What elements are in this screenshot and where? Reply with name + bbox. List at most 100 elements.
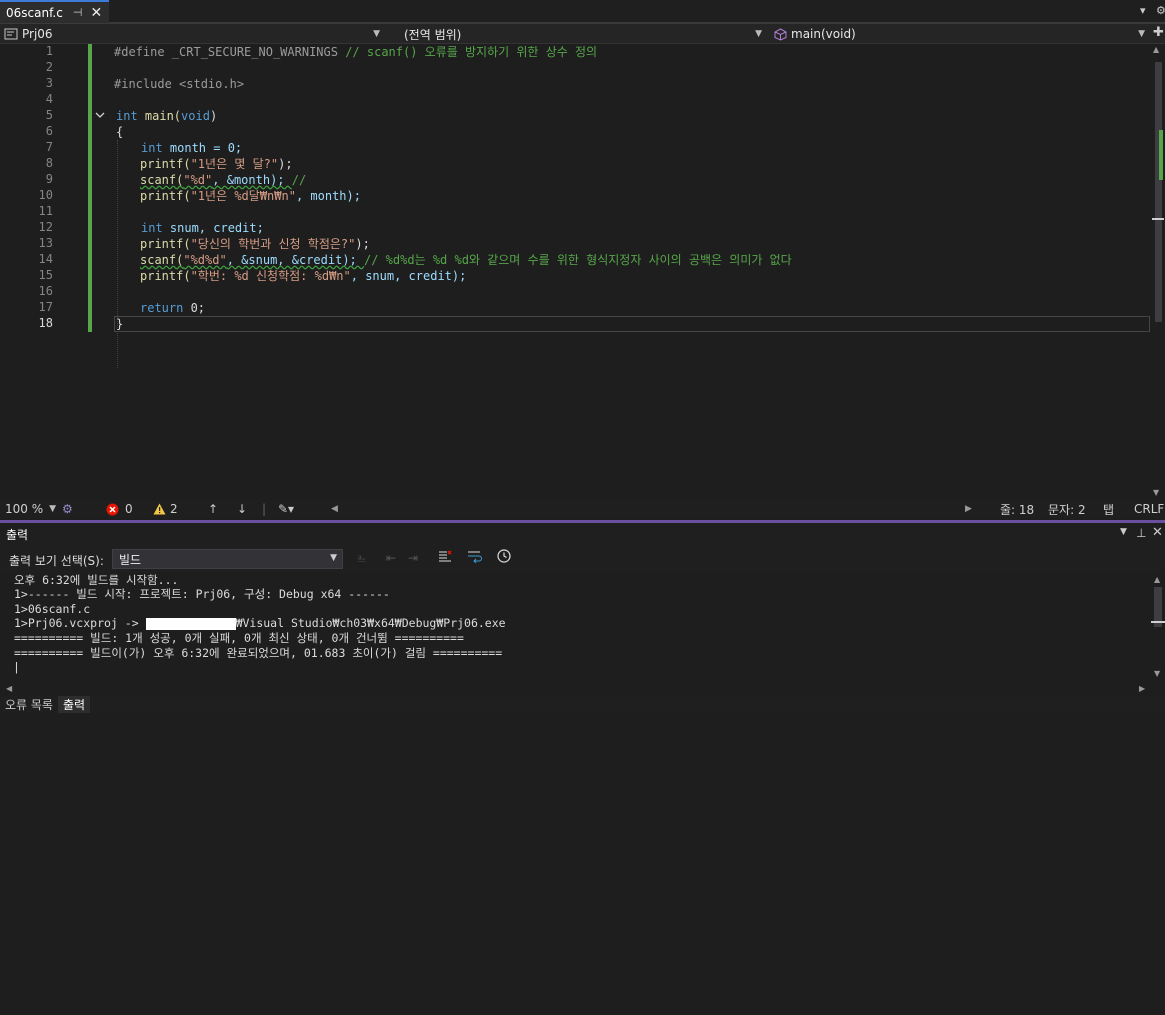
output-line: 1>Prj06.vcxproj -> ₩Visual Studio₩ch03₩x… xyxy=(14,616,506,630)
code-cleanup-icon[interactable]: ✎▾ xyxy=(278,501,294,517)
eol-indicator[interactable]: CRLF xyxy=(1134,501,1164,517)
output-line: 오후 6:32에 빌드를 시작함... xyxy=(14,573,179,587)
scroll-up-icon[interactable]: ▲ xyxy=(1153,45,1159,54)
split-editor-icon[interactable]: ✚ xyxy=(1153,25,1164,40)
code-line-18: } xyxy=(116,317,124,331)
pin-icon[interactable]: ⊥ xyxy=(1136,526,1146,540)
chevron-down-icon: ▼ xyxy=(1138,29,1145,39)
output-line: 1>------ 빌드 시작: 프로젝트: Prj06, 구성: Debug x… xyxy=(14,587,390,601)
chevron-down-icon: ▼ xyxy=(755,29,762,39)
code-line-9: scanf("%d", &month); // xyxy=(140,173,307,187)
line-number: 3 xyxy=(45,76,53,90)
clear-all-icon[interactable] xyxy=(438,549,452,566)
output-text-area[interactable]: 오후 6:32에 빌드를 시작함... 1>------ 빌드 시작: 프로젝트… xyxy=(0,573,1150,683)
chevron-down-icon: ▼ xyxy=(330,553,337,563)
line-indicator[interactable]: 줄: 18 xyxy=(1000,501,1034,517)
code-line-17: return 0; xyxy=(140,301,206,315)
tab-error-list[interactable]: 오류 목록 xyxy=(0,696,58,713)
close-icon[interactable]: ✕ xyxy=(90,5,102,21)
tab-list-dropdown-icon[interactable]: ▾ xyxy=(1140,4,1146,17)
output-source-dropdown[interactable]: 빌드 ▼ xyxy=(112,549,343,569)
document-tab-title: 06scanf.c xyxy=(6,5,63,20)
close-icon[interactable]: ✕ xyxy=(1152,525,1163,540)
line-number: 6 xyxy=(45,124,53,138)
output-panel-header: 출력 ▼ ⊥ ✕ xyxy=(0,523,1165,545)
tab-mode-indicator[interactable]: 탭 xyxy=(1103,501,1114,517)
document-tab-bar: 06scanf.c ⊣ ✕ ▾ ⚙ xyxy=(0,0,1165,24)
editor-status-bar: 100 % ▼ ⚙ 0 2 ↑ ↓ | ✎▾ ◀ ▶ 줄: 18 문자: 2 탭… xyxy=(0,500,1165,1015)
pin-icon[interactable]: ⊣ xyxy=(73,6,83,19)
code-line-15: printf("학번: %d 신청학점: %d₩n", snum, credit… xyxy=(140,269,467,283)
text-cursor: | xyxy=(13,660,20,674)
scroll-caret-marker xyxy=(1152,218,1164,220)
next-message-icon: ⇥ xyxy=(408,551,419,565)
line-number: 2 xyxy=(45,60,53,74)
code-editor[interactable]: #define _CRT_SECURE_NO_WARNINGS // scanf… xyxy=(92,44,1150,500)
arrow-down-icon[interactable]: ↓ xyxy=(237,501,247,517)
code-line-10: printf("1년은 %d달₩n₩n", month); xyxy=(140,189,361,203)
indent-guide xyxy=(117,140,118,368)
function-selector[interactable]: main(void) ▼ xyxy=(774,25,1149,43)
code-line-6: { xyxy=(116,125,124,139)
scroll-left-icon[interactable]: ◀ xyxy=(6,684,12,693)
word-wrap-icon[interactable] xyxy=(467,549,482,566)
chevron-down-icon: ▼ xyxy=(49,504,57,514)
warning-count[interactable]: 2 xyxy=(153,501,178,517)
output-horizontal-scrollbar[interactable]: ◀ ▶ xyxy=(0,683,1165,696)
output-line: ========== 빌드이(가) 오후 6:32에 완료되었으며, 01.68… xyxy=(14,646,503,660)
find-message-icon: ⎁ xyxy=(357,551,367,565)
line-number: 16 xyxy=(38,284,53,298)
output-line: ========== 빌드: 1개 성공, 0개 실패, 0개 최신 상태, 0… xyxy=(14,631,464,645)
separator: | xyxy=(262,502,267,516)
scroll-down-icon[interactable]: ▼ xyxy=(1154,669,1160,678)
clock-icon[interactable] xyxy=(497,549,511,566)
code-line-8: printf("1년은 몇 달?"); xyxy=(140,157,293,171)
scope-name: (전역 범위) xyxy=(404,27,462,42)
code-line-12: int snum, credit; xyxy=(141,221,264,235)
tool-window-tabs: 오류 목록 출력 xyxy=(0,696,1165,713)
error-count-value: 0 xyxy=(125,502,133,516)
code-line-7: int month = 0; xyxy=(141,141,243,155)
editor-horizontal-scrollbar[interactable] xyxy=(346,1003,958,1015)
scroll-down-icon[interactable]: ▼ xyxy=(1153,488,1159,497)
error-icon xyxy=(106,503,119,515)
line-number: 7 xyxy=(45,140,53,154)
previous-message-icon: ⇤ xyxy=(386,551,397,565)
redacted-path-block xyxy=(145,617,236,630)
show-output-from-label: 출력 보기 선택(S): xyxy=(9,554,104,568)
output-line: 1>06scanf.c xyxy=(14,602,91,616)
warning-count-value: 2 xyxy=(170,502,178,516)
zoom-selector[interactable]: 100 % ▼ ⚙ xyxy=(5,501,73,517)
scope-selector[interactable]: (전역 범위) ▼ xyxy=(404,25,766,43)
tab-output[interactable]: 출력 xyxy=(57,696,91,713)
intellicode-icon[interactable]: ⚙ xyxy=(62,502,73,516)
document-tab[interactable]: 06scanf.c ⊣ ✕ xyxy=(0,0,109,23)
code-line-5: int main(void) xyxy=(116,109,218,123)
scroll-left-icon[interactable]: ◀ xyxy=(331,501,338,517)
scroll-right-icon[interactable]: ▶ xyxy=(965,501,972,517)
line-number: 14 xyxy=(38,252,53,266)
project-icon xyxy=(4,28,18,40)
scroll-change-marker xyxy=(1159,130,1163,180)
settings-icon[interactable]: ⚙ xyxy=(1156,4,1165,17)
scroll-right-icon[interactable]: ▶ xyxy=(1139,684,1145,693)
line-number: 15 xyxy=(38,268,53,282)
scrollbar-thumb[interactable] xyxy=(1155,62,1162,322)
code-line-3: #include <stdio.h> xyxy=(114,77,245,91)
chevron-down-icon: ▼ xyxy=(373,29,380,39)
project-selector[interactable]: Prj06 ▼ xyxy=(4,25,384,43)
char-indicator[interactable]: 문자: 2 xyxy=(1048,501,1086,517)
line-number: 17 xyxy=(38,300,53,314)
output-vertical-scrollbar[interactable]: ▲ ▼ xyxy=(1150,573,1165,683)
arrow-up-icon[interactable]: ↑ xyxy=(208,501,218,517)
line-number: 10 xyxy=(38,188,53,202)
line-number: 11 xyxy=(38,204,53,218)
scroll-caret-marker xyxy=(1151,621,1165,623)
line-number: 8 xyxy=(45,156,53,170)
navigation-bar: Prj06 ▼ (전역 범위) ▼ main(void) ▼ ✚ xyxy=(0,24,1165,44)
code-line-1: #define _CRT_SECURE_NO_WARNINGS // scanf… xyxy=(114,45,598,59)
chevron-down-icon[interactable]: ▼ xyxy=(1120,527,1127,537)
error-count[interactable]: 0 xyxy=(106,501,133,517)
line-number: 12 xyxy=(38,220,53,234)
scroll-up-icon[interactable]: ▲ xyxy=(1154,575,1160,584)
